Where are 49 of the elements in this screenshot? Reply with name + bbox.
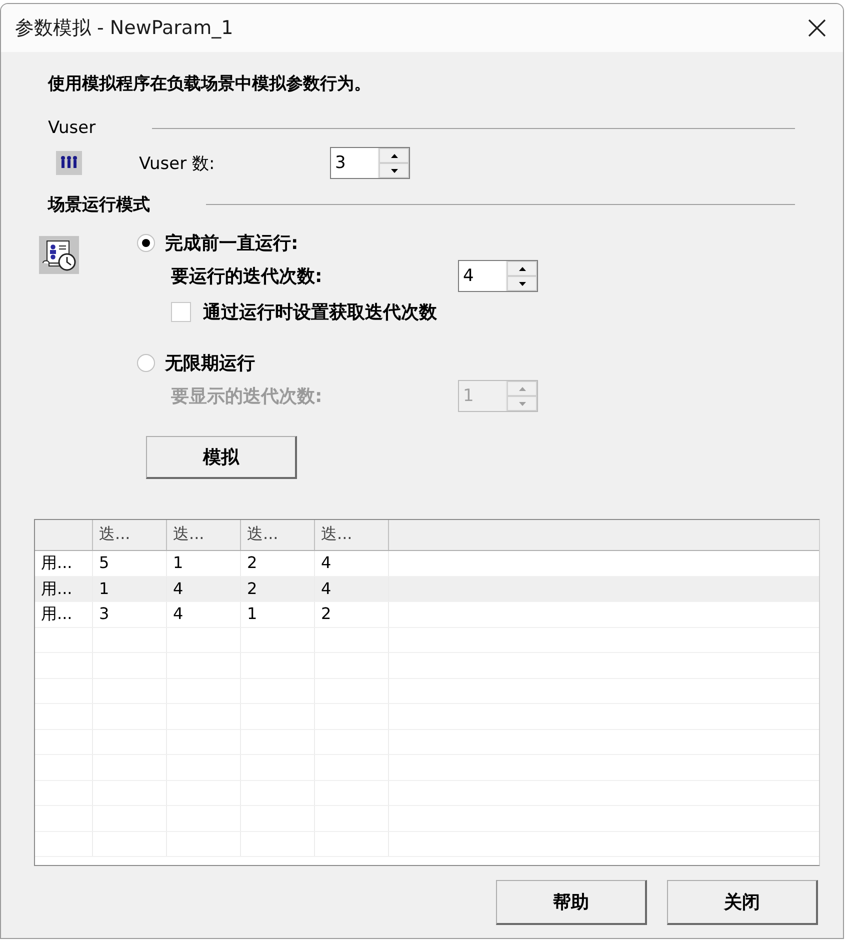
table-row[interactable]: 用... 3 4 1 2 [35, 602, 819, 628]
table-cell: 1 [93, 576, 167, 601]
scroll-clock-icon [39, 236, 79, 274]
column-header[interactable]: 迭... [167, 520, 241, 550]
table-cell: 5 [93, 551, 167, 576]
vuser-count-spinner[interactable]: 3 [330, 147, 410, 179]
column-header[interactable]: 迭... [93, 520, 167, 550]
down-arrow-icon[interactable] [518, 282, 526, 286]
column-header[interactable]: 迭... [315, 520, 389, 550]
people-icon [56, 151, 82, 175]
section-heading: Vuser [48, 118, 96, 138]
iteration-count-label: 要运行的迭代次数: [171, 265, 324, 288]
radio-label: 无限期运行 [165, 352, 255, 375]
table-cell: 3 [93, 602, 167, 626]
table-cell: 4 [167, 576, 241, 601]
radio-button[interactable] [137, 234, 155, 252]
iteration-count-spinner[interactable]: 4 [458, 260, 538, 292]
row-header-cell: 用... [35, 602, 93, 626]
section-heading: 场景运行模式 [48, 194, 150, 216]
row-header-cell: 用... [35, 551, 93, 576]
radio-label: 完成前一直运行: [165, 232, 298, 255]
window-title: 参数模拟 - NewParam_1 [15, 16, 234, 41]
up-arrow-icon [518, 386, 526, 390]
up-arrow-icon[interactable] [390, 154, 398, 158]
dialog-button[interactable]: 帮助 [496, 880, 647, 925]
description-text: 使用模拟程序在负载场景中模拟参数行为。 [48, 73, 372, 96]
table-cell: 2 [315, 602, 389, 626]
table-cell: 2 [241, 551, 315, 576]
checkbox[interactable] [171, 302, 191, 322]
table-cell: 4 [315, 551, 389, 576]
down-arrow-icon[interactable] [390, 168, 398, 172]
table-cell: 1 [241, 602, 315, 626]
close-icon[interactable] [807, 18, 827, 38]
iteration-count-label: 要显示的迭代次数: [171, 385, 324, 408]
down-arrow-icon [518, 402, 526, 406]
table-cell: 4 [167, 602, 241, 626]
dialog-button[interactable]: 关闭 [667, 880, 818, 925]
row-header-cell: 用... [35, 576, 93, 601]
table-cell: 1 [167, 551, 241, 576]
column-header[interactable]: 迭... [241, 520, 315, 550]
up-arrow-icon[interactable] [518, 266, 526, 270]
iteration-count-spinner: 1 [458, 380, 538, 412]
simulate-button[interactable]: 模拟 [146, 436, 297, 479]
table-cell: 4 [315, 576, 389, 601]
vuser-count-label: Vuser 数: [139, 152, 216, 174]
radio-button[interactable] [137, 354, 155, 372]
table-cell: 2 [241, 576, 315, 601]
checkbox-label: 通过运行时设置获取迭代次数 [203, 301, 437, 324]
table-row[interactable]: 用... 1 4 2 4 [35, 576, 819, 602]
